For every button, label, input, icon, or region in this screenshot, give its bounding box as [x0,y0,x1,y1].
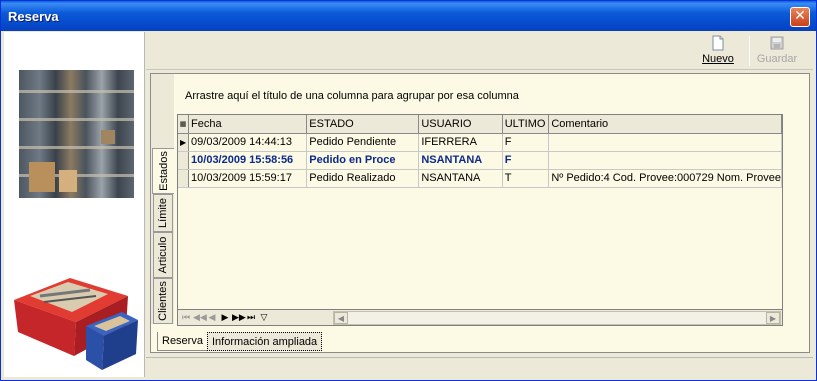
grid-header-row: ▦ Fecha ESTADO USUARIO ULTIMO Comentario [178,115,782,134]
reserva-window: Reserva ✕ Nuevo Guardar Estados Límite A… [0,0,817,381]
close-icon: ✕ [794,8,806,24]
tab-informacion-ampliada[interactable]: Información ampliada [207,332,323,351]
table-row[interactable]: ▶ 09/03/2009 14:44:13 Pedido Pendiente I… [178,133,782,152]
title-bar[interactable]: Reserva ✕ [1,1,816,31]
column-header-fecha[interactable]: Fecha [188,115,308,134]
table-row[interactable]: 10/03/2009 15:59:17 Pedido Realizado NSA… [178,169,782,188]
first-record-icon[interactable]: ⏮ [180,313,192,323]
save-button[interactable]: Guardar [755,35,799,67]
toolbar-separator [749,36,750,66]
table-row[interactable]: 10/03/2009 15:58:56 Pedido en Proce NSAN… [178,151,782,170]
cell-estado[interactable]: Pedido Realizado [306,169,420,188]
current-row-indicator-icon: ▶ [178,133,190,152]
scroll-right-icon[interactable]: ▶ [766,312,780,324]
previous-record-icon[interactable]: ◀ [206,313,218,323]
cell-estado[interactable]: Pedido en Proce [306,151,420,170]
new-button-label: Nuevo [702,53,734,65]
record-navigator: ⏮ ◀◀ ◀ ▶ ▶▶ ⏭ ▽ [180,311,284,325]
group-by-hint[interactable]: Arrastre aquí el título de una columna p… [185,90,519,102]
cell-estado[interactable]: Pedido Pendiente [306,133,420,152]
storage-bins-image [14,278,138,370]
tab-clientes[interactable]: Clientes [153,278,173,324]
cell-ultimo[interactable]: F [502,133,550,152]
tab-articulo[interactable]: Articulo [153,232,173,278]
cell-ultimo[interactable]: F [502,151,550,170]
new-document-icon [712,35,724,51]
column-chooser-icon[interactable]: ▦ [178,115,190,134]
previous-page-icon[interactable]: ◀◀ [193,313,207,323]
status-bar [146,357,813,377]
cell-fecha[interactable]: 10/03/2009 15:58:56 [188,151,308,170]
column-header-usuario[interactable]: USUARIO [418,115,503,134]
cell-comentario[interactable] [548,133,782,152]
close-button[interactable]: ✕ [790,7,810,27]
save-disk-icon [770,36,784,50]
save-button-label: Guardar [756,53,798,65]
tab-reserva[interactable]: Reserva [157,332,208,351]
cell-usuario[interactable]: IFERRERA [418,133,503,152]
row-selector[interactable] [178,169,190,188]
vertical-tab-strip: Estados Límite Articulo Clientes [151,74,174,324]
states-grid: ▦ Fecha ESTADO USUARIO ULTIMO Comentario… [177,114,783,310]
grid-footer: ⏮ ◀◀ ◀ ▶ ▶▶ ⏭ ▽ ◀ ▶ [177,310,783,326]
column-header-comentario[interactable]: Comentario [548,115,782,134]
column-header-ultimo[interactable]: ULTIMO [502,115,550,134]
cell-comentario[interactable] [548,151,782,170]
horizontal-scrollbar[interactable]: ◀ ▶ [333,311,781,325]
cell-comentario[interactable]: Nº Pedido:4 Cod. Provee:000729 Nom. Prov… [548,169,782,188]
bottom-tab-strip: Reserva Información ampliada [151,332,811,352]
cell-ultimo[interactable]: T [502,169,550,188]
new-button[interactable]: Nuevo [696,35,740,67]
cell-fecha[interactable]: 09/03/2009 14:44:13 [188,133,308,152]
column-header-estado[interactable]: ESTADO [306,115,420,134]
tab-limite[interactable]: Límite [153,194,173,232]
last-record-icon[interactable]: ⏭ [245,313,257,323]
window-title: Reserva [8,9,59,24]
next-page-icon[interactable]: ▶▶ [232,313,246,323]
filter-icon[interactable]: ▽ [258,313,270,323]
left-image-panel [4,32,145,377]
cell-usuario[interactable]: NSANTANA [418,151,503,170]
warehouse-photo [19,70,134,198]
next-record-icon[interactable]: ▶ [219,313,231,323]
toolbar: Nuevo Guardar [146,32,813,70]
estados-panel: Estados Límite Articulo Clientes Arrastr… [150,73,810,353]
tab-estados[interactable]: Estados [152,148,174,194]
row-selector[interactable] [178,151,190,170]
cell-usuario[interactable]: NSANTANA [418,169,503,188]
scroll-left-icon[interactable]: ◀ [334,312,348,324]
cell-fecha[interactable]: 10/03/2009 15:59:17 [188,169,308,188]
